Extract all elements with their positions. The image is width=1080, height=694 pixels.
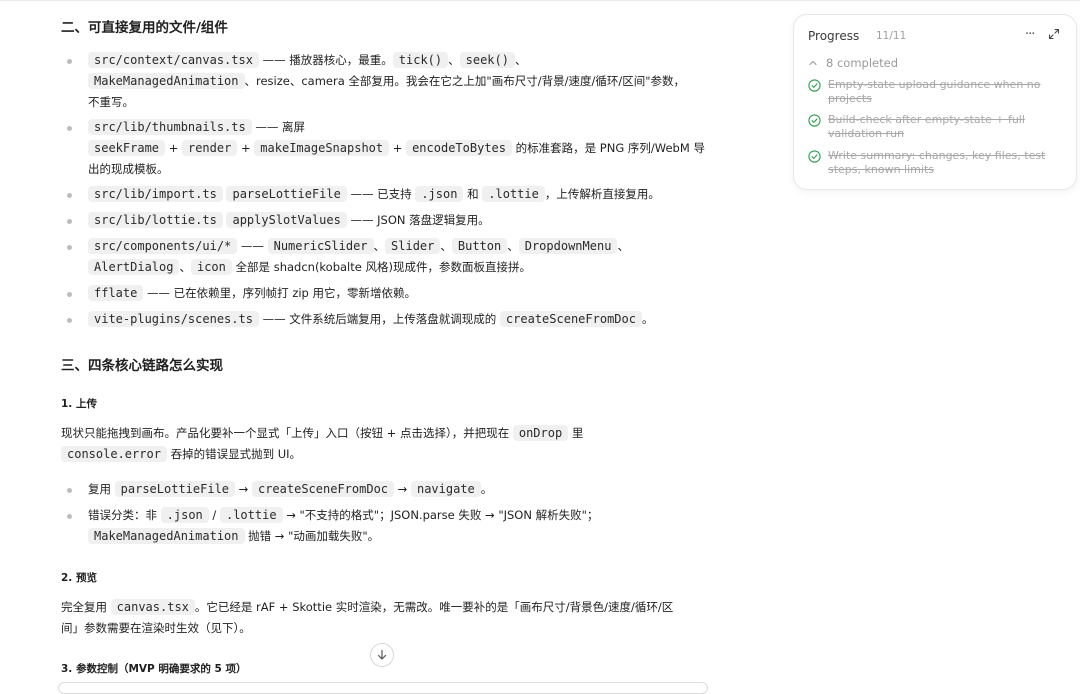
inline-code: .json [415,186,464,202]
top-divider [0,0,1080,1]
inline-code: createSceneFromDoc [251,481,395,497]
list-item-lottie: src/lib/lottie.ts applySlotValues —— JSO… [88,210,693,231]
chevron-up-icon [809,60,817,66]
inline-code: navigate [410,481,481,497]
list-item-ui-components-line1: src/components/ui/* —— NumericSlider、 Sli… [88,236,693,257]
inline-code: console.error [61,446,167,462]
progress-title: Progress [808,29,860,43]
inline-code: src/lib/lottie.ts [88,212,223,228]
inline-code: Slider [385,238,441,254]
subheading-upload: 1. 上传 [61,398,97,410]
inline-code: .json [160,507,209,523]
inline-code: src/components/ui/* [88,238,238,254]
list-item-fflate: fflate —— 已在依赖里，序列帧打 zip 用它，零新增依赖。 [88,283,693,304]
subheading-parameter-control: 3. 参数控制（MVP 明确要求的 5 项） [61,663,247,675]
inline-code: src/lib/import.ts [88,186,223,202]
inline-code: seek() [459,52,515,68]
inline-code: vite-plugins/scenes.ts [88,311,259,327]
inline-code: applySlotValues [226,212,347,228]
list-item-canvas-line2: MakeManagedAnimation 、resize、camera 全部复用。… [88,71,693,92]
bullet-dot [67,126,72,131]
progress-item-label: Build-check after empty-state + full val… [828,113,1025,140]
progress-count: 11/11 [876,30,907,42]
inline-code: makeImageSnapshot [254,140,390,156]
section-heading-reusable-files: 二、可直接复用的文件/组件 [61,20,228,36]
more-options-icon[interactable]: ··· [1025,27,1035,42]
list-item-thumbnails-line3: 出的现成模板。 [88,162,169,176]
inline-code: DropdownMenu [518,238,618,254]
list-item-thumbnails-line2: seekFrame + render + makeImageSnapshot +… [88,138,705,159]
inline-code: tick() [392,52,449,68]
inline-code: seekFrame [88,140,166,156]
inline-code: Button [451,238,508,254]
list-item-canvas-line1: src/context/canvas.tsx —— 播放器核心，最重。 tick(… [88,50,693,71]
bullet-dot [67,193,72,198]
arrow-down-icon [377,649,387,660]
check-circle-icon [808,79,821,106]
inline-code: src/context/canvas.tsx [88,52,259,68]
check-circle-icon [808,150,821,177]
expand-icon[interactable] [1048,28,1060,43]
inline-code: onDrop [512,425,569,441]
bullet-dot [67,318,72,323]
subheading-preview: 2. 预览 [61,572,97,584]
bullet-dot [67,59,72,64]
progress-item-label: Write summary: changes, key files, test … [828,149,1046,176]
list-item-upload-flow: 复用 parseLottieFile → createSceneFromDoc … [88,481,493,497]
inline-code: .lottie [219,507,283,523]
inline-code: createSceneFromDoc [499,311,642,327]
completed-summary-label: 8 completed [826,56,898,70]
paragraph-preview: 完全复用 canvas.tsx 。它已经是 rAF + Skottie 实时渲染，… [61,599,674,635]
progress-item: Empty-state upload guidance when no proj… [808,78,1048,106]
section-heading-core-flows: 三、四条核心链路怎么实现 [61,358,223,374]
paragraph-upload: 现状只能拖拽到画布。产品化要补一个显式「上传」入口（按钮 + 点击选择），并把现… [61,425,584,462]
bullet-dot [67,219,72,224]
inline-code: MakeManagedAnimation [88,528,245,544]
progress-item: Write summary: changes, key files, test … [808,149,1048,177]
scroll-to-bottom-button[interactable] [370,643,394,667]
inline-code: parseLottieFile [226,186,347,202]
bullet-dot [67,488,72,493]
inline-code: .lottie [482,186,545,202]
list-item-error-classes-line1: 错误分类：非 .json / .lottie → "不支持的格式"；JSON.p… [88,507,599,523]
list-item-ui-components-line2: AlertDialog、 icon 全部是 shadcn(kobalte 风格)现… [88,257,693,278]
progress-panel: Progress 11/11 ··· 8 completed Empty-sta… [793,14,1077,190]
chat-input-box[interactable] [58,682,708,694]
bullet-dot [67,292,72,297]
completed-summary-toggle[interactable]: 8 completed [808,56,898,70]
check-circle-icon [808,114,821,141]
progress-item: Build-check after empty-state + full val… [808,113,1048,141]
inline-code: encodeToBytes [406,140,512,156]
bullet-dot [67,245,72,250]
inline-code: canvas.tsx [110,599,195,615]
list-item-canvas-line3: 不重写。 [88,95,134,109]
list-item-thumbnails-line1: src/lib/thumbnails.ts —— 离屏 [88,117,693,138]
progress-item-label: Empty-state upload guidance when no proj… [828,78,1041,105]
list-item-vite-plugins: vite-plugins/scenes.ts —— 文件系统后端复用，上传落盘就… [88,309,693,330]
bullet-dot [67,514,72,519]
inline-code: parseLottieFile [114,481,236,497]
inline-code: fflate [88,285,144,301]
inline-code: AlertDialog [88,259,180,275]
inline-code: NumericSlider [267,238,374,254]
inline-code: icon [190,259,232,275]
inline-code: MakeManagedAnimation [88,73,245,89]
list-item-import: src/lib/import.ts parseLottieFile —— 已支持… [88,184,693,205]
inline-code: src/lib/thumbnails.ts [88,119,252,135]
inline-code: render [181,140,238,156]
list-item-error-classes-line2: MakeManagedAnimation 抛错 → "动画加载失败"。 [88,526,693,547]
